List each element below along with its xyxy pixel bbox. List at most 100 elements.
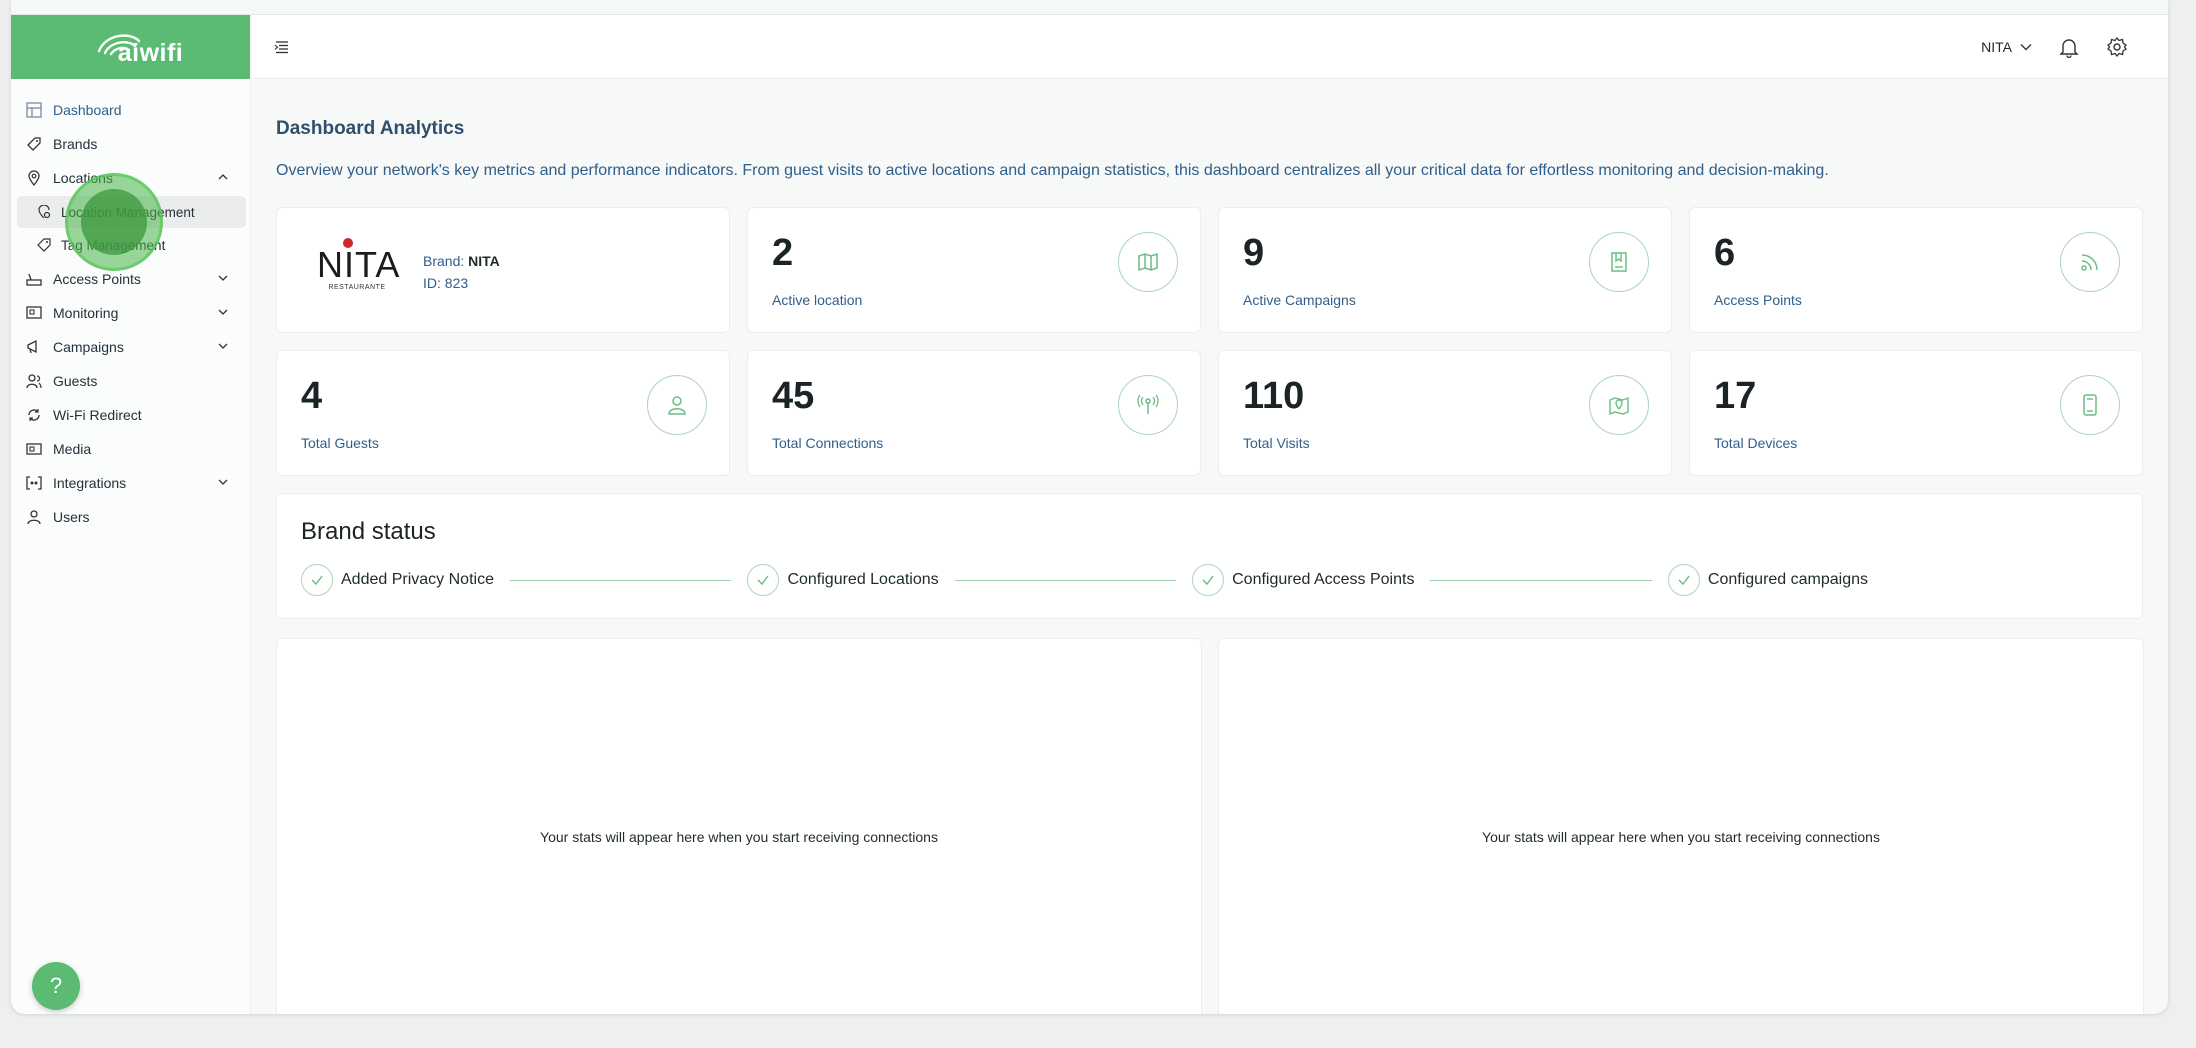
guests-icon	[25, 372, 43, 390]
brand-id: ID: 823	[423, 275, 469, 291]
status-step: Added Privacy Notice	[301, 564, 494, 596]
check-icon	[747, 564, 780, 596]
person-icon	[647, 375, 707, 435]
stat-value: 9	[1243, 232, 1265, 274]
sidebar-item-media[interactable]: Media	[11, 432, 250, 466]
stat-value: 4	[301, 375, 323, 417]
sidebar-subitem-location-management[interactable]: Location Management	[17, 196, 246, 228]
location-settings-icon	[37, 204, 53, 220]
antenna-icon	[1118, 375, 1178, 435]
user-icon	[25, 508, 43, 526]
sidebar-item-label: Users	[53, 509, 90, 525]
wifi-signal-icon	[2060, 232, 2120, 292]
tag-icon	[37, 237, 53, 253]
stat-label: Access Points	[1714, 292, 1802, 308]
stat-label: Total Connections	[772, 435, 884, 451]
stat-card-access-points: 6 Access Points	[1689, 207, 2143, 333]
status-step-label: Configured Locations	[787, 571, 939, 588]
page-title: Dashboard Analytics	[276, 118, 465, 139]
stat-label: Active location	[772, 292, 863, 308]
sidebar-subitem-tag-management[interactable]: Tag Management	[17, 229, 246, 261]
stat-card-total-guests: 4 Total Guests	[276, 350, 730, 476]
check-icon	[301, 564, 333, 596]
stat-label: Total Guests	[301, 435, 379, 451]
map-pin-icon	[1589, 375, 1649, 435]
sidebar-item-label: Campaigns	[53, 339, 124, 355]
brand-prefix: Brand:	[423, 253, 469, 269]
stats-chart-right: Your stats will appear here when you sta…	[1218, 638, 2144, 1014]
brands-icon	[25, 135, 43, 153]
sidebar-item-monitoring[interactable]: Monitoring	[11, 296, 250, 330]
book-icon	[1589, 232, 1649, 292]
stat-card-total-connections: 45 Total Connections	[747, 350, 1201, 476]
sidebar-item-label: Brands	[53, 136, 98, 152]
brand-logo: NITA RESTAURANTE	[317, 238, 401, 291]
stat-value: 110	[1243, 375, 1305, 417]
sidebar-item-label: Wi-Fi Redirect	[53, 407, 142, 423]
app-logo[interactable]: aiwifi	[11, 15, 250, 79]
sidebar-nav: Dashboard Brands Locations Location Mana…	[11, 79, 250, 534]
sidebar-item-label: Monitoring	[53, 305, 119, 321]
logo-dot	[343, 238, 353, 248]
stat-value: 45	[772, 375, 815, 417]
chevron-down-icon[interactable]	[218, 307, 228, 317]
gear-icon[interactable]	[2106, 36, 2128, 58]
sidebar-item-access-points[interactable]: Access Points	[11, 262, 250, 296]
sidebar-item-label: Access Points	[53, 271, 141, 287]
status-step-label: Added Privacy Notice	[341, 571, 494, 588]
sidebar-item-brands[interactable]: Brands	[11, 127, 250, 161]
sidebar-item-label: Dashboard	[53, 102, 122, 118]
brand-status-steps: Added Privacy Notice Configured Location…	[301, 564, 2118, 596]
brand-status-title: Brand status	[301, 518, 436, 545]
step-connector	[509, 579, 732, 581]
stat-card-active-location: 2 Active location	[747, 207, 1201, 333]
top-header: NITA	[252, 15, 2168, 79]
integrations-icon	[25, 474, 43, 492]
brand-info: Brand: NITA ID: 823	[423, 250, 500, 294]
sidebar-item-integrations[interactable]: Integrations	[11, 466, 250, 500]
sidebar: aiwifi Dashboard Brands Locations Locati…	[11, 15, 251, 1014]
megaphone-icon	[25, 338, 43, 356]
chevron-down-icon[interactable]	[218, 477, 228, 487]
page-description: Overview your network's key metrics and …	[276, 162, 1829, 179]
chevron-down-icon[interactable]	[2020, 41, 2032, 53]
stats-chart-left: Your stats will appear here when you sta…	[276, 638, 1202, 1014]
sidebar-item-dashboard[interactable]: Dashboard	[11, 93, 250, 127]
brand-logo-text: NITA	[317, 244, 401, 285]
stat-value: 17	[1714, 375, 1757, 417]
chevron-down-icon[interactable]	[218, 341, 228, 351]
wifi-logo-icon	[97, 34, 141, 56]
sidebar-item-wifi-redirect[interactable]: Wi-Fi Redirect	[11, 398, 250, 432]
brand-card: NITA RESTAURANTE Brand: NITA ID: 823	[276, 207, 730, 333]
sidebar-item-guests[interactable]: Guests	[11, 364, 250, 398]
sidebar-item-campaigns[interactable]: Campaigns	[11, 330, 250, 364]
status-step: Configured Access Points	[1192, 564, 1414, 596]
menu-toggle-icon[interactable]	[274, 39, 290, 55]
router-icon	[25, 270, 43, 288]
chevron-up-icon[interactable]	[218, 172, 228, 182]
sidebar-subitem-label: Tag Management	[61, 237, 166, 253]
help-button[interactable]: ?	[32, 962, 80, 1010]
status-step-label: Configured campaigns	[1707, 571, 1869, 588]
media-icon	[25, 440, 43, 458]
device-icon	[2060, 375, 2120, 435]
sidebar-item-label: Integrations	[53, 475, 127, 491]
sidebar-item-label: Locations	[53, 170, 113, 186]
status-step: Configured Locations	[747, 564, 939, 596]
sidebar-item-users[interactable]: Users	[11, 500, 250, 534]
sidebar-subitem-label: Location Management	[61, 204, 195, 220]
redirect-icon	[25, 406, 43, 424]
sidebar-item-locations[interactable]: Locations	[11, 161, 250, 195]
stat-card-total-visits: 110 Total Visits	[1218, 350, 1672, 476]
check-icon	[1192, 564, 1225, 596]
stat-label: Active Campaigns	[1243, 292, 1356, 308]
stat-value: 2	[772, 232, 794, 274]
user-menu-name[interactable]: NITA	[1981, 39, 2012, 55]
bell-icon[interactable]	[2058, 36, 2080, 58]
sidebar-item-label: Media	[53, 441, 92, 457]
stat-label: Total Visits	[1243, 435, 1310, 451]
chevron-down-icon[interactable]	[218, 273, 228, 283]
dashboard-icon	[25, 101, 43, 119]
stat-label: Total Devices	[1714, 435, 1798, 451]
map-icon	[1118, 232, 1178, 292]
